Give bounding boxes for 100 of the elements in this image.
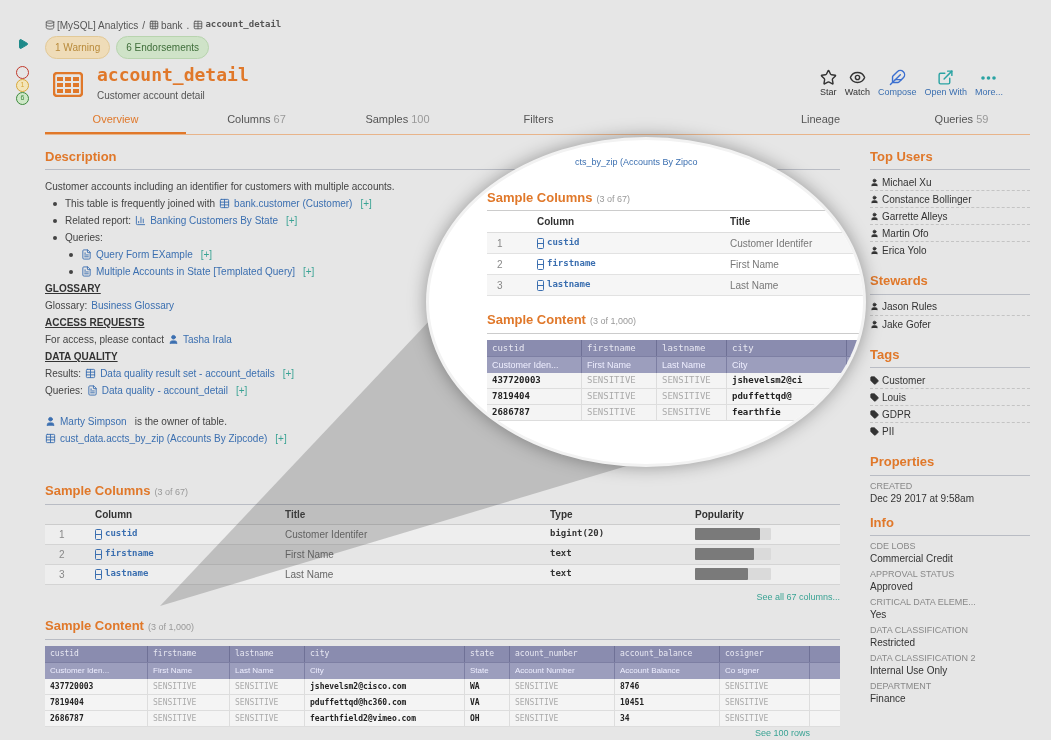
tab[interactable]: Samples 100 [365, 109, 430, 134]
label-text: Related report: [65, 214, 132, 228]
property-value: Restricted [870, 636, 916, 649]
breadcrumb-link[interactable]: bank [160, 17, 183, 33]
bullet-icon [53, 235, 57, 240]
table-cell: 2686787 [487, 404, 582, 420]
column-icon [95, 528, 102, 540]
column-header: Title [285, 507, 307, 522]
add-link[interactable]: [+] [236, 382, 248, 399]
table-cell: SENSITIVE [582, 404, 657, 420]
toolbar-button[interactable]: Star [816, 68, 840, 100]
breadcrumb-separator: / [142, 18, 145, 33]
toolbar-button[interactable]: Open With [921, 68, 970, 100]
user-link[interactable]: Martin Ofo [882, 225, 929, 241]
table-icon [85, 368, 97, 379]
link[interactable]: Data quality result set - account_details [100, 365, 275, 382]
link[interactable]: cts_by_zip (Accounts By Zipco [487, 156, 698, 170]
play-icon[interactable] [16, 38, 29, 50]
document-icon [86, 385, 98, 396]
table-cell: OH [465, 710, 510, 726]
tab[interactable]: Filters [523, 109, 554, 134]
table-cell-text: Customer Identifer [730, 236, 813, 251]
column-link[interactable]: custid [105, 527, 138, 541]
link[interactable]: Marty Simpson [60, 413, 127, 430]
user-link[interactable]: Jason Rules [882, 299, 938, 314]
tag-link[interactable]: GDPR [882, 406, 911, 422]
tab[interactable]: Overview [45, 109, 186, 134]
table-cell: SENSITIVE [510, 678, 615, 694]
see-rows-link[interactable]: See 100 rows [754, 726, 810, 739]
tag-link[interactable]: Customer [882, 372, 926, 388]
column-link[interactable]: firstname [547, 257, 596, 271]
page-subtitle: Customer account detail [97, 89, 206, 103]
column-title: Last Name [657, 356, 727, 373]
link[interactable]: Business Glossary [91, 297, 175, 314]
link[interactable]: Data quality - account_detail [101, 382, 228, 399]
column-header: lastname [230, 645, 305, 662]
user-link[interactable]: Michael Xu [882, 174, 932, 190]
column-link[interactable]: lastname [105, 567, 149, 581]
status-badge[interactable]: 6 Endorsements [116, 36, 210, 59]
user-link[interactable]: Garrette Alleys [882, 208, 948, 224]
table-cell: SENSITIVE [720, 678, 810, 694]
table-cell: fearthfield2@vimeo.com [305, 710, 465, 726]
link[interactable]: Query Form EXample [96, 246, 193, 263]
link[interactable]: bank.customer (Customer) [234, 195, 353, 212]
user-icon [870, 211, 879, 221]
toolbar-button[interactable]: More... [972, 69, 1006, 100]
breadcrumb-link[interactable]: account_detail [205, 18, 282, 32]
external-link-icon [937, 68, 955, 86]
label-text: Glossary: [45, 299, 88, 313]
bullet-icon [53, 218, 57, 223]
table-cell: SENSITIVE [148, 694, 230, 710]
section-heading: GLOSSARY [45, 282, 101, 296]
breadcrumb-link[interactable]: [MySQL] Analytics [57, 17, 139, 33]
table-cell: 10451 [615, 694, 720, 710]
link[interactable]: Multiple Accounts in State [Templated Query] [96, 263, 295, 280]
table-cell-text: First Name [730, 257, 779, 272]
count-text: (3 of 67) [154, 486, 188, 499]
column-link[interactable]: firstname [105, 547, 154, 561]
user-link[interactable]: Jake Gofer [882, 316, 931, 332]
see-all-link[interactable]: See all 67 columns... [756, 590, 840, 604]
tab[interactable]: Columns 67 [227, 109, 286, 134]
column-title: Last Name [230, 662, 305, 679]
table-cell: SENSITIVE [230, 694, 305, 710]
table-cell: SENSITIVE [582, 372, 657, 388]
tab[interactable]: Lineage [800, 109, 841, 134]
column-title: City [727, 356, 847, 373]
tag-icon [870, 409, 879, 419]
section-heading: DATA QUALITY [45, 350, 118, 364]
tab[interactable]: Queries 59 [934, 109, 989, 134]
user-icon [167, 334, 179, 345]
user-link[interactable]: Erica Yolo [882, 243, 927, 258]
link[interactable]: Tasha Irala [182, 331, 232, 348]
section-title: Info [870, 513, 894, 532]
toolbar-button[interactable]: Watch [841, 68, 873, 100]
link[interactable]: cust_data.accts_by_zip (Accounts By Zipcode) [60, 430, 268, 447]
user-icon [870, 246, 879, 255]
property-value: Approved [870, 580, 914, 593]
count-text: (3 of 1,000) [147, 621, 194, 634]
column-title: Account Balance [615, 662, 720, 679]
column-title: First Name [148, 662, 230, 679]
add-link[interactable]: [+] [360, 195, 372, 212]
tag-link[interactable]: PII [882, 424, 895, 439]
column-link[interactable]: custid [547, 236, 580, 250]
table-icon [53, 71, 83, 97]
bar-chart-icon [135, 215, 147, 226]
toolbar-button[interactable]: Compose [874, 68, 920, 100]
link[interactable]: Banking Customers By State [150, 212, 278, 229]
add-link[interactable]: [+] [303, 263, 315, 280]
table-cell: pduffettqd@ [727, 388, 847, 404]
section-title: Properties [870, 453, 935, 471]
add-link[interactable]: [+] [286, 212, 298, 229]
column-link[interactable]: lastname [547, 278, 591, 292]
user-link[interactable]: Constance Bollinger [882, 191, 972, 207]
tag-link[interactable]: Louis [882, 389, 906, 405]
label-text: Queries: [45, 384, 83, 398]
section-title: Stewards [870, 272, 928, 290]
add-link[interactable]: [+] [282, 365, 295, 382]
add-link[interactable]: [+] [275, 430, 287, 447]
status-badge[interactable]: 1 Warning [45, 36, 111, 59]
add-link[interactable]: [+] [200, 246, 213, 263]
